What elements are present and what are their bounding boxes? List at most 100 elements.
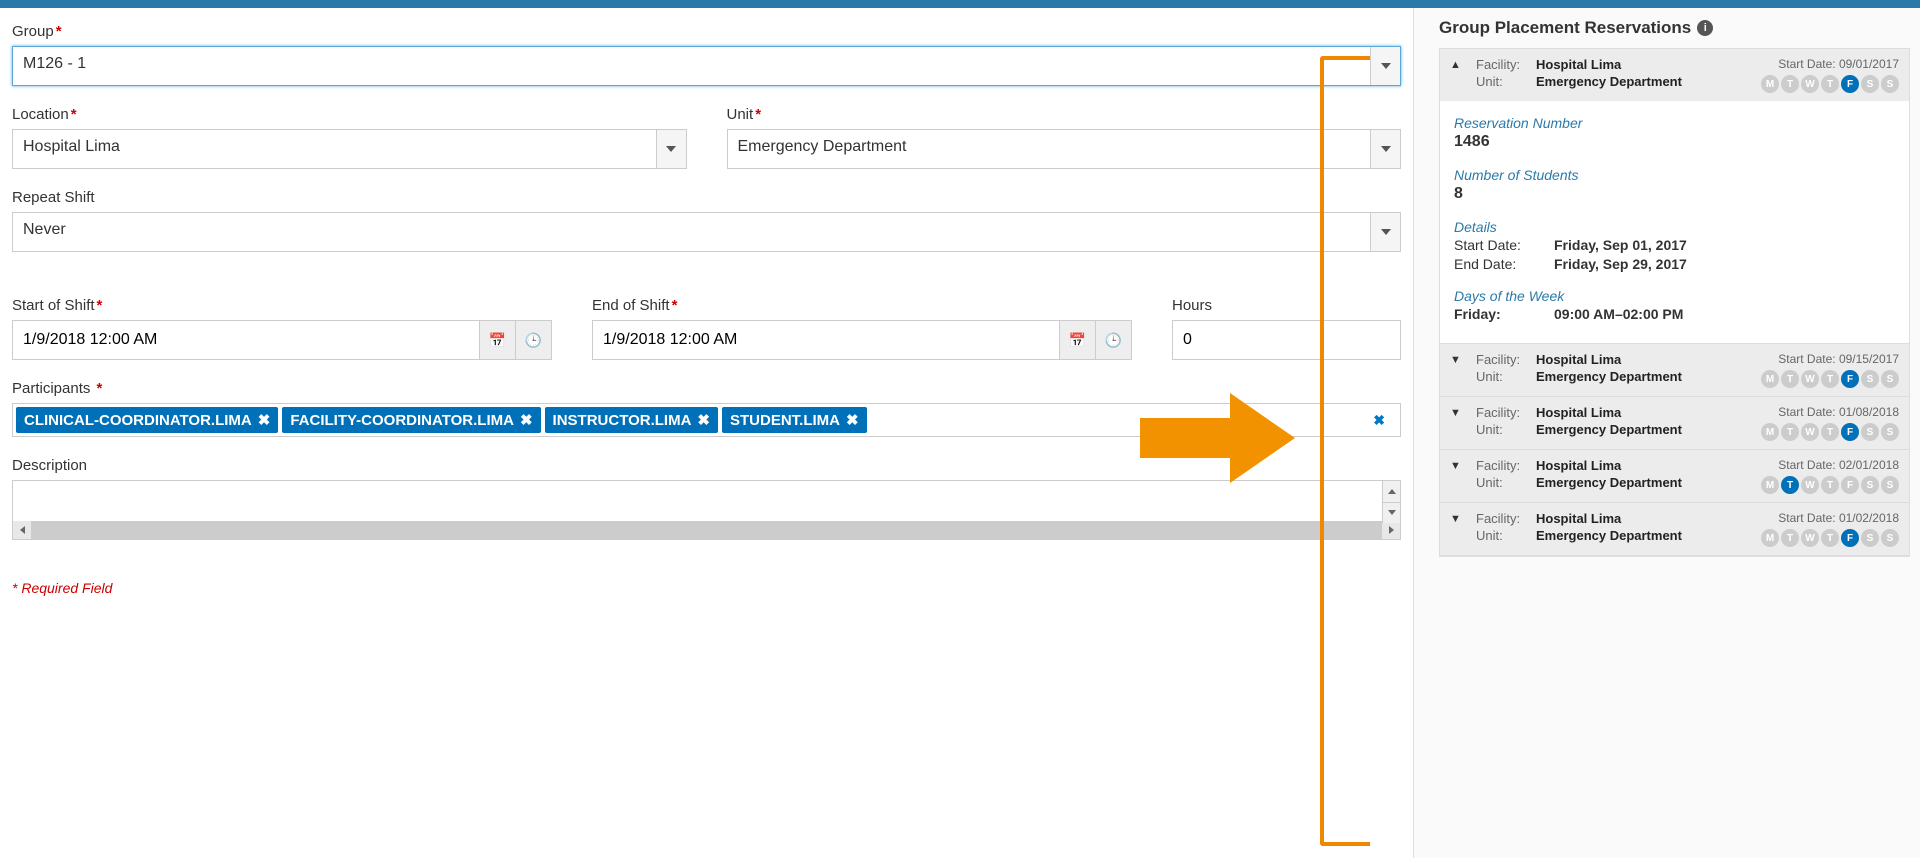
required-asterisk: * <box>71 106 77 123</box>
facility-label: Facility: <box>1476 57 1530 72</box>
day-circle: W <box>1801 370 1819 388</box>
facility-value: Hospital Lima <box>1536 458 1621 473</box>
days-of-week: MTWTFSS <box>1761 423 1899 441</box>
chevron-down-icon <box>1381 229 1391 235</box>
tag-remove-icon[interactable]: ✖ <box>846 411 859 429</box>
info-icon[interactable]: i <box>1697 20 1713 36</box>
tag-remove-icon[interactable]: ✖ <box>258 411 271 429</box>
unit-value: Emergency Department <box>1536 74 1682 89</box>
calendar-icon: 📅 <box>1069 332 1086 349</box>
clock-icon: 🕒 <box>1105 332 1122 349</box>
facility-label: Facility: <box>1476 352 1530 367</box>
day-circle: S <box>1881 476 1899 494</box>
unit-label: Unit: <box>1476 74 1530 89</box>
group-value: M126 - 1 <box>13 47 1370 85</box>
day-circle: S <box>1861 370 1879 388</box>
reservations-list: ▲Facility:Hospital LimaUnit:Emergency De… <box>1439 48 1910 557</box>
days-of-week: MTWTFSS <box>1761 476 1899 494</box>
day-circle: S <box>1861 75 1879 93</box>
unit-dropdown-btn[interactable] <box>1370 130 1400 168</box>
day-circle: F <box>1841 423 1859 441</box>
repeat-select[interactable]: Never <box>12 212 1401 252</box>
scroll-up-btn[interactable] <box>1382 481 1400 503</box>
facility-value: Hospital Lima <box>1536 57 1621 72</box>
reservation-header[interactable]: ▼Facility:Hospital LimaUnit:Emergency De… <box>1440 503 1909 555</box>
day-circle: S <box>1881 75 1899 93</box>
participant-tag[interactable]: STUDENT.LIMA ✖ <box>722 407 867 433</box>
reservation-header[interactable]: ▼Facility:Hospital LimaUnit:Emergency De… <box>1440 344 1909 396</box>
unit-value: Emergency Department <box>1536 528 1682 543</box>
location-select[interactable]: Hospital Lima <box>12 129 687 169</box>
details-label: Details <box>1454 219 1895 235</box>
reservation-meta: Start Date: 09/01/2017MTWTFSS <box>1761 57 1899 93</box>
calendar-icon: 📅 <box>489 332 506 349</box>
start-date-text: Start Date: 01/08/2018 <box>1761 405 1899 419</box>
scroll-right-btn[interactable] <box>1382 521 1400 539</box>
reservation-header[interactable]: ▼Facility:Hospital LimaUnit:Emergency De… <box>1440 450 1909 502</box>
day-circle: S <box>1881 370 1899 388</box>
day-circle: M <box>1761 529 1779 547</box>
end-shift-input[interactable]: 📅 🕒 <box>592 320 1132 360</box>
location-dropdown-btn[interactable] <box>656 130 686 168</box>
day-circle: M <box>1761 75 1779 93</box>
scroll-left-btn[interactable] <box>13 521 31 539</box>
tag-remove-icon[interactable]: ✖ <box>520 411 533 429</box>
horizontal-scrollbar[interactable] <box>13 521 1400 539</box>
end-date-picker-btn[interactable]: 📅 <box>1059 321 1095 359</box>
day-circle: T <box>1781 423 1799 441</box>
chevron-down-icon <box>1381 63 1391 69</box>
unit-value: Emergency Department <box>1536 369 1682 384</box>
chevron-down-icon[interactable]: ▼ <box>1450 458 1466 472</box>
chevron-down-icon[interactable]: ▼ <box>1450 405 1466 419</box>
day-circle: T <box>1821 75 1839 93</box>
day-circle: W <box>1801 75 1819 93</box>
clock-icon: 🕒 <box>525 332 542 349</box>
day-circle: T <box>1821 476 1839 494</box>
days-of-week: MTWTFSS <box>1761 529 1899 547</box>
end-shift-field[interactable] <box>593 321 1059 359</box>
end-time-picker-btn[interactable]: 🕒 <box>1095 321 1131 359</box>
unit-value: Emergency Department <box>1536 475 1682 490</box>
start-date-picker-btn[interactable]: 📅 <box>479 321 515 359</box>
group-select[interactable]: M126 - 1 <box>12 46 1401 86</box>
reservation-header[interactable]: ▲ Facility: Hospital Lima Unit: Emergency De… <box>1440 49 1909 101</box>
day-circle: T <box>1821 423 1839 441</box>
reservation-summary: Facility:Hospital LimaUnit:Emergency Dep… <box>1476 405 1751 439</box>
day-circle: S <box>1861 423 1879 441</box>
location-label: Location* <box>12 106 687 123</box>
unit-select[interactable]: Emergency Department <box>727 129 1402 169</box>
reservation-header[interactable]: ▼ Facility:Hospital LimaUnit:Emergency De… <box>1440 397 1909 449</box>
day-circle: M <box>1761 423 1779 441</box>
chevron-up-icon[interactable]: ▲ <box>1450 57 1466 71</box>
schedule-time: 09:00 AM–02:00 PM <box>1554 306 1683 322</box>
triangle-right-icon <box>1389 526 1394 534</box>
start-shift-input[interactable]: 📅 🕒 <box>12 320 552 360</box>
day-circle: T <box>1781 370 1799 388</box>
day-circle: S <box>1861 476 1879 494</box>
reservation-meta: Start Date: 02/01/2018MTWTFSS <box>1761 458 1899 494</box>
day-circle: T <box>1781 529 1799 547</box>
days-of-week-label: Days of the Week <box>1454 288 1895 304</box>
participant-tag[interactable]: INSTRUCTOR.LIMA ✖ <box>545 407 718 433</box>
start-date-text: Start Date: 09/01/2017 <box>1761 57 1899 71</box>
side-panel-title: Group Placement Reservations i <box>1439 18 1910 38</box>
tag-remove-icon[interactable]: ✖ <box>697 411 710 429</box>
chevron-down-icon[interactable]: ▼ <box>1450 352 1466 366</box>
participant-tag[interactable]: CLINICAL-COORDINATOR.LIMA ✖ <box>16 407 278 433</box>
start-shift-field[interactable] <box>13 321 479 359</box>
clear-participants-btn[interactable]: ✖ <box>1373 412 1385 429</box>
days-of-week: MTWTFSS <box>1761 75 1899 93</box>
scroll-down-btn[interactable] <box>1382 503 1400 524</box>
chevron-down-icon[interactable]: ▼ <box>1450 511 1466 525</box>
group-dropdown-btn[interactable] <box>1370 47 1400 85</box>
start-time-picker-btn[interactable]: 🕒 <box>515 321 551 359</box>
participant-tag[interactable]: FACILITY-COORDINATOR.LIMA ✖ <box>282 407 540 433</box>
scroll-track[interactable] <box>31 521 1382 539</box>
repeat-dropdown-btn[interactable] <box>1370 213 1400 251</box>
start-date-detail-value: Friday, Sep 01, 2017 <box>1554 237 1687 253</box>
location-value: Hospital Lima <box>13 130 656 168</box>
day-circle: T <box>1781 476 1799 494</box>
unit-value: Emergency Department <box>728 130 1371 168</box>
reservation-meta: Start Date: 01/02/2018MTWTFSS <box>1761 511 1899 547</box>
day-circle: S <box>1881 529 1899 547</box>
